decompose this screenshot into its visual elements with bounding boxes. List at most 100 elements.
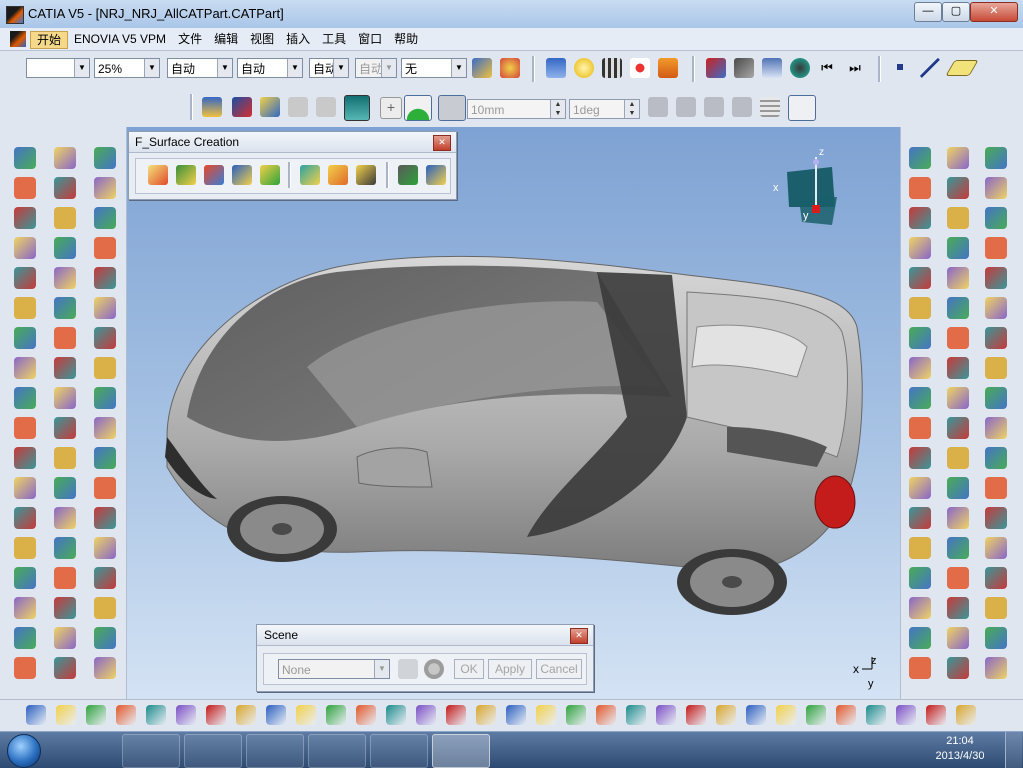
angle-value-field[interactable]: 1deg ▲ ▼ — [569, 99, 640, 119]
left-panel-tool-icon[interactable] — [14, 597, 36, 619]
right-panel-tool-icon[interactable] — [985, 507, 1007, 529]
right-panel-tool-icon[interactable] — [909, 147, 931, 169]
menu-file[interactable]: 文件 — [172, 31, 208, 49]
right-panel-tool-icon[interactable] — [947, 537, 969, 559]
system-clock[interactable]: 21:04 2013/4/30 — [925, 734, 995, 764]
show-desktop-button[interactable] — [1005, 732, 1022, 768]
right-panel-tool-icon[interactable] — [947, 237, 969, 259]
right-panel-tool-icon[interactable] — [985, 207, 1007, 229]
left-panel-tool-icon[interactable] — [94, 327, 116, 349]
standard-tool-icon[interactable] — [476, 705, 496, 725]
standard-tool-icon[interactable] — [266, 705, 286, 725]
menu-edit[interactable]: 编辑 — [208, 31, 244, 49]
loft-surface-icon[interactable] — [356, 165, 376, 185]
color-combo[interactable]: ▼ — [26, 58, 90, 78]
blend-surface-icon[interactable] — [328, 165, 348, 185]
left-panel-tool-icon[interactable] — [94, 507, 116, 529]
standard-tool-icon[interactable] — [86, 705, 106, 725]
3d-viewport[interactable]: x y z x y z — [127, 127, 900, 699]
standard-tool-icon[interactable] — [836, 705, 856, 725]
spinner-arrows-icon[interactable]: ▲ ▼ — [550, 100, 565, 118]
maximize-button[interactable]: ▢ — [942, 2, 970, 22]
right-panel-tool-icon[interactable] — [985, 147, 1007, 169]
twist-icon[interactable] — [648, 97, 668, 117]
connect-icon[interactable] — [732, 97, 752, 117]
standard-tool-icon[interactable] — [536, 705, 556, 725]
scene-cancel-button[interactable]: Cancel — [536, 659, 582, 679]
right-panel-tool-icon[interactable] — [947, 357, 969, 379]
axis-tool-icon[interactable] — [788, 95, 816, 121]
minimize-button[interactable]: — — [914, 2, 942, 22]
animation-icon[interactable] — [790, 58, 810, 78]
right-panel-tool-icon[interactable] — [909, 537, 931, 559]
menu-insert[interactable]: 插入 — [280, 31, 316, 49]
right-panel-tool-icon[interactable] — [947, 297, 969, 319]
standard-tool-icon[interactable] — [446, 705, 466, 725]
left-panel-tool-icon[interactable] — [14, 207, 36, 229]
right-panel-tool-icon[interactable] — [909, 507, 931, 529]
right-panel-tool-icon[interactable] — [947, 477, 969, 499]
right-panel-tool-icon[interactable] — [947, 597, 969, 619]
offset-surface-icon[interactable] — [300, 165, 320, 185]
standard-tool-icon[interactable] — [296, 705, 316, 725]
revolve-surface-icon[interactable] — [204, 165, 224, 185]
right-panel-tool-icon[interactable] — [985, 597, 1007, 619]
scene-toolbar-close-button[interactable]: ✕ — [570, 628, 588, 644]
apply-material-icon[interactable] — [500, 58, 520, 78]
right-panel-tool-icon[interactable] — [947, 567, 969, 589]
standard-tool-icon[interactable] — [626, 705, 646, 725]
fill-surface-icon[interactable] — [260, 165, 280, 185]
point-icon[interactable] — [897, 64, 903, 70]
left-panel-tool-icon[interactable] — [14, 267, 36, 289]
work-object-icon[interactable] — [260, 97, 280, 117]
line-type-combo[interactable]: 自动 ▼ — [237, 58, 303, 78]
standard-tool-icon[interactable] — [146, 705, 166, 725]
left-panel-tool-icon[interactable] — [54, 567, 76, 589]
right-panel-tool-icon[interactable] — [947, 507, 969, 529]
windows-start-icon[interactable] — [7, 734, 41, 768]
left-panel-tool-icon[interactable] — [94, 447, 116, 469]
right-panel-tool-icon[interactable] — [985, 417, 1007, 439]
layer-combo[interactable]: 自动 ▼ — [355, 58, 397, 78]
right-panel-tool-icon[interactable] — [909, 207, 931, 229]
right-panel-tool-icon[interactable] — [985, 387, 1007, 409]
paint-brush-icon[interactable] — [472, 58, 492, 78]
right-panel-tool-icon[interactable] — [947, 207, 969, 229]
menu-enovia[interactable]: ENOVIA V5 VPM — [68, 31, 172, 49]
left-panel-tool-icon[interactable] — [54, 147, 76, 169]
taskbar-app-icon[interactable] — [308, 734, 366, 768]
grid-snap-icon[interactable] — [760, 97, 780, 117]
standard-tool-icon[interactable] — [116, 705, 136, 725]
render-style-combo[interactable]: 无 ▼ — [401, 58, 467, 78]
right-panel-tool-icon[interactable] — [985, 447, 1007, 469]
left-panel-tool-icon[interactable] — [94, 537, 116, 559]
skip-forward-icon[interactable]: ⏭ — [846, 60, 864, 76]
standard-tool-icon[interactable] — [776, 705, 796, 725]
net-surface-icon[interactable] — [398, 165, 418, 185]
left-panel-tool-icon[interactable] — [94, 627, 116, 649]
left-panel-tool-icon[interactable] — [94, 567, 116, 589]
right-panel-tool-icon[interactable] — [985, 627, 1007, 649]
right-panel-tool-icon[interactable] — [909, 327, 931, 349]
left-panel-tool-icon[interactable] — [94, 147, 116, 169]
right-panel-tool-icon[interactable] — [947, 387, 969, 409]
standard-tool-icon[interactable] — [716, 705, 736, 725]
standard-tool-icon[interactable] — [416, 705, 436, 725]
standard-tool-icon[interactable] — [176, 705, 196, 725]
sweep-surface-icon[interactable] — [232, 165, 252, 185]
line-icon[interactable] — [920, 58, 940, 78]
planar-surface-icon[interactable] — [148, 165, 168, 185]
standard-tool-icon[interactable] — [596, 705, 616, 725]
left-panel-tool-icon[interactable] — [54, 537, 76, 559]
scene-toolbar[interactable]: Scene ✕ None ▼ OK Apply Cancel — [256, 624, 594, 692]
scene-options-icon[interactable] — [398, 659, 418, 679]
car-model[interactable]: x y z x y z — [127, 127, 900, 699]
catia-logo-icon[interactable] — [10, 31, 26, 47]
menu-window[interactable]: 窗口 — [352, 31, 388, 49]
right-panel-tool-icon[interactable] — [909, 657, 931, 679]
standard-tool-icon[interactable] — [686, 705, 706, 725]
right-panel-tool-icon[interactable] — [909, 627, 931, 649]
taskbar-explorer-icon[interactable] — [184, 734, 242, 768]
left-panel-tool-icon[interactable] — [94, 387, 116, 409]
left-panel-tool-icon[interactable] — [14, 387, 36, 409]
